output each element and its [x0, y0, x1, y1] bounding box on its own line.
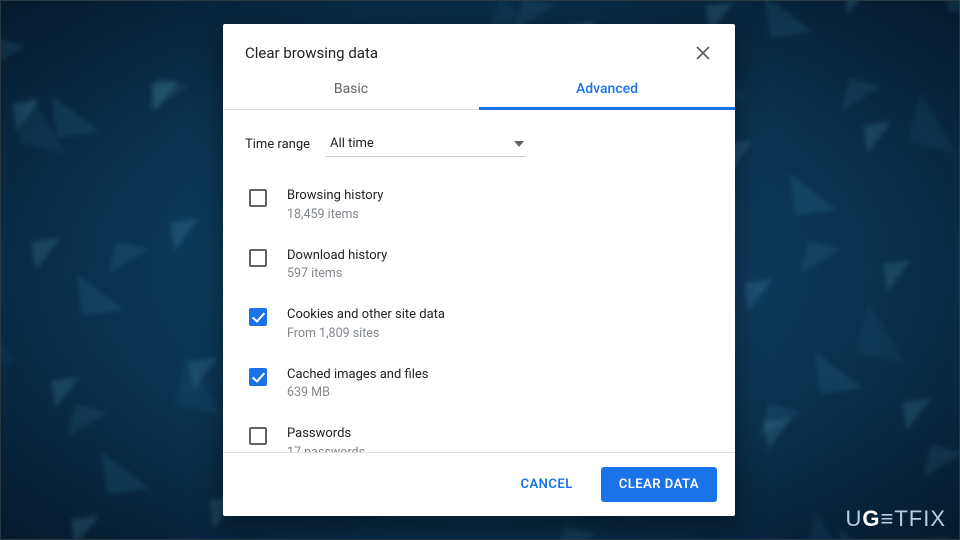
dialog-body: Time range All time Browsing history 18,… — [223, 110, 735, 452]
item-title: Browsing history — [287, 187, 383, 205]
item-text: Download history 597 items — [287, 247, 387, 282]
list-item[interactable]: Cookies and other site data From 1,809 s… — [245, 294, 713, 354]
list-item[interactable]: Cached images and files 639 MB — [245, 354, 713, 414]
options-list: Browsing history 18,459 items Download h… — [245, 171, 713, 452]
checkbox-download-history[interactable] — [249, 249, 267, 267]
time-range-select[interactable]: All time — [326, 132, 526, 157]
item-sub: From 1,809 sites — [287, 326, 445, 341]
item-sub: 18,459 items — [287, 207, 383, 222]
cancel-button[interactable]: CANCEL — [502, 467, 590, 502]
tab-basic[interactable]: Basic — [223, 81, 479, 109]
dialog-header: Clear browsing data — [223, 24, 735, 81]
close-icon — [696, 46, 710, 60]
checkbox-passwords[interactable] — [249, 427, 267, 445]
item-title: Passwords — [287, 425, 365, 443]
dialog-footer: CANCEL CLEAR DATA — [223, 452, 735, 516]
item-text: Cookies and other site data From 1,809 s… — [287, 306, 445, 341]
clear-browsing-data-dialog: Clear browsing data Basic Advanced Time … — [223, 24, 735, 516]
list-item[interactable]: Passwords 17 passwords — [245, 413, 713, 452]
checkbox-cookies[interactable] — [249, 308, 267, 326]
checkbox-cached[interactable] — [249, 368, 267, 386]
item-sub: 597 items — [287, 266, 387, 281]
item-sub: 639 MB — [287, 385, 428, 400]
item-sub: 17 passwords — [287, 445, 365, 452]
list-item[interactable]: Browsing history 18,459 items — [245, 175, 713, 235]
item-text: Browsing history 18,459 items — [287, 187, 383, 222]
time-range-value: All time — [330, 136, 374, 151]
item-text: Cached images and files 639 MB — [287, 366, 428, 401]
tabs: Basic Advanced — [223, 81, 735, 110]
item-title: Cached images and files — [287, 366, 428, 384]
item-text: Passwords 17 passwords — [287, 425, 365, 452]
list-item[interactable]: Download history 597 items — [245, 235, 713, 295]
dropdown-icon — [514, 139, 524, 149]
item-title: Download history — [287, 247, 387, 265]
checkbox-browsing-history[interactable] — [249, 189, 267, 207]
time-range-label: Time range — [245, 137, 310, 152]
watermark: UG≡TFIX — [845, 506, 946, 532]
tab-advanced[interactable]: Advanced — [479, 81, 735, 109]
dialog-title: Clear browsing data — [245, 44, 378, 62]
close-button[interactable] — [689, 39, 717, 67]
clear-data-button[interactable]: CLEAR DATA — [601, 467, 717, 502]
item-title: Cookies and other site data — [287, 306, 445, 324]
time-range-row: Time range All time — [245, 110, 713, 171]
